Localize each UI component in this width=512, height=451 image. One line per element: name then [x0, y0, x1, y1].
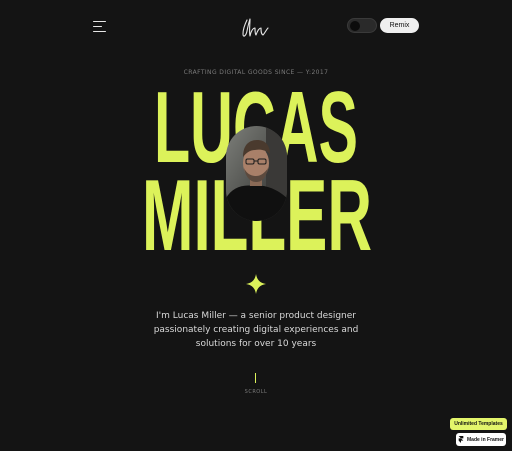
- hero-tagline: CRAFTING DIGITAL GOODS SINCE — Y:2017: [183, 69, 329, 76]
- theme-toggle[interactable]: [347, 18, 377, 33]
- menu-icon-line: [93, 21, 106, 23]
- scroll-indicator-line: [255, 373, 257, 383]
- menu-icon-line: [93, 26, 102, 28]
- menu-button[interactable]: [93, 21, 107, 33]
- scroll-label[interactable]: SCROLL: [0, 389, 512, 395]
- remix-button[interactable]: Remix: [380, 18, 419, 33]
- menu-icon-line: [93, 31, 106, 33]
- signature-logo-icon[interactable]: [238, 14, 274, 40]
- bio-line: solutions for over 10 years: [195, 339, 317, 349]
- bio-text: I'm Lucas Miller — a senior product desi…: [0, 309, 512, 351]
- unlimited-templates-badge[interactable]: Unlimited Templates: [450, 418, 507, 430]
- made-in-framer-badge[interactable]: Made in Framer: [456, 433, 506, 446]
- toggle-knob: [350, 20, 360, 31]
- sparkle-star-icon: [246, 274, 266, 294]
- framer-logo-icon: [458, 436, 464, 443]
- bio-line: I'm Lucas Miller — a senior product desi…: [156, 311, 356, 321]
- bio-line: passionately creating digital experience…: [153, 325, 359, 335]
- portrait-illustration: [226, 126, 287, 221]
- framer-badge-label: Made in Framer: [467, 436, 504, 443]
- portrait-photo: [226, 126, 287, 221]
